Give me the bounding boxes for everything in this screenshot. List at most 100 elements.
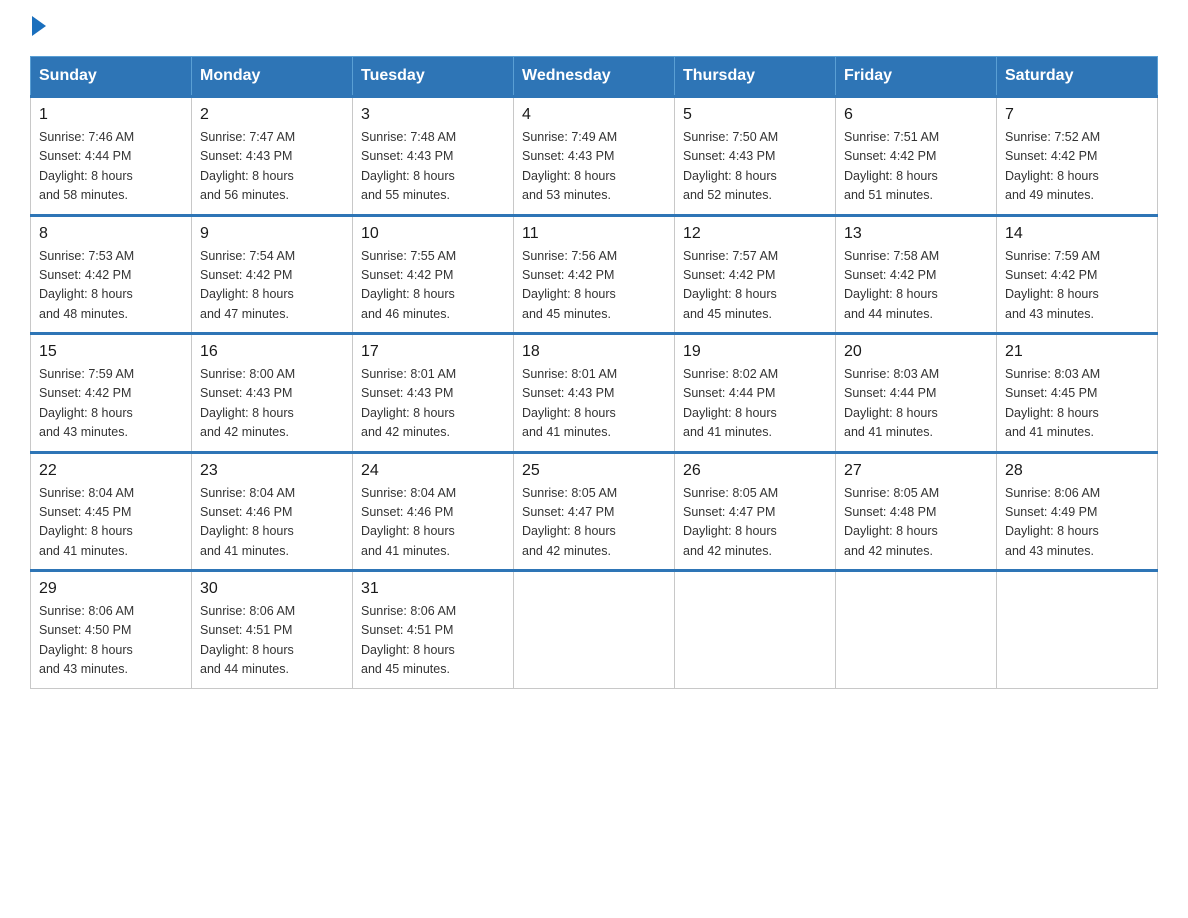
day-number: 28 [1005,462,1149,480]
day-cell: 8 Sunrise: 7:53 AM Sunset: 4:42 PM Dayli… [31,215,192,334]
day-number: 20 [844,343,988,361]
day-info: Sunrise: 7:55 AM Sunset: 4:42 PM Dayligh… [361,247,505,325]
header-day-sunday: Sunday [31,57,192,97]
day-cell: 20 Sunrise: 8:03 AM Sunset: 4:44 PM Dayl… [836,334,997,453]
logo-blue-container [30,20,46,36]
day-info: Sunrise: 8:06 AM Sunset: 4:49 PM Dayligh… [1005,484,1149,562]
week-row-2: 8 Sunrise: 7:53 AM Sunset: 4:42 PM Dayli… [31,215,1158,334]
day-number: 21 [1005,343,1149,361]
day-cell [836,571,997,689]
day-number: 3 [361,106,505,124]
day-cell: 31 Sunrise: 8:06 AM Sunset: 4:51 PM Dayl… [353,571,514,689]
day-cell: 13 Sunrise: 7:58 AM Sunset: 4:42 PM Dayl… [836,215,997,334]
day-cell: 26 Sunrise: 8:05 AM Sunset: 4:47 PM Dayl… [675,452,836,571]
day-number: 7 [1005,106,1149,124]
header-day-wednesday: Wednesday [514,57,675,97]
day-cell: 30 Sunrise: 8:06 AM Sunset: 4:51 PM Dayl… [192,571,353,689]
day-number: 24 [361,462,505,480]
day-number: 30 [200,580,344,598]
day-number: 15 [39,343,183,361]
day-cell: 19 Sunrise: 8:02 AM Sunset: 4:44 PM Dayl… [675,334,836,453]
week-row-3: 15 Sunrise: 7:59 AM Sunset: 4:42 PM Dayl… [31,334,1158,453]
day-info: Sunrise: 7:59 AM Sunset: 4:42 PM Dayligh… [1005,247,1149,325]
week-row-1: 1 Sunrise: 7:46 AM Sunset: 4:44 PM Dayli… [31,97,1158,216]
day-cell: 6 Sunrise: 7:51 AM Sunset: 4:42 PM Dayli… [836,97,997,216]
day-info: Sunrise: 7:53 AM Sunset: 4:42 PM Dayligh… [39,247,183,325]
day-info: Sunrise: 8:05 AM Sunset: 4:47 PM Dayligh… [522,484,666,562]
day-number: 9 [200,225,344,243]
day-info: Sunrise: 8:04 AM Sunset: 4:46 PM Dayligh… [200,484,344,562]
day-number: 4 [522,106,666,124]
day-cell: 10 Sunrise: 7:55 AM Sunset: 4:42 PM Dayl… [353,215,514,334]
day-info: Sunrise: 8:04 AM Sunset: 4:45 PM Dayligh… [39,484,183,562]
day-info: Sunrise: 7:57 AM Sunset: 4:42 PM Dayligh… [683,247,827,325]
day-cell: 9 Sunrise: 7:54 AM Sunset: 4:42 PM Dayli… [192,215,353,334]
day-cell: 11 Sunrise: 7:56 AM Sunset: 4:42 PM Dayl… [514,215,675,334]
header-day-monday: Monday [192,57,353,97]
day-number: 2 [200,106,344,124]
day-cell: 18 Sunrise: 8:01 AM Sunset: 4:43 PM Dayl… [514,334,675,453]
day-number: 11 [522,225,666,243]
day-number: 14 [1005,225,1149,243]
day-number: 16 [200,343,344,361]
day-cell: 1 Sunrise: 7:46 AM Sunset: 4:44 PM Dayli… [31,97,192,216]
day-cell: 21 Sunrise: 8:03 AM Sunset: 4:45 PM Dayl… [997,334,1158,453]
day-number: 22 [39,462,183,480]
day-cell: 17 Sunrise: 8:01 AM Sunset: 4:43 PM Dayl… [353,334,514,453]
day-info: Sunrise: 8:01 AM Sunset: 4:43 PM Dayligh… [361,365,505,443]
day-info: Sunrise: 8:05 AM Sunset: 4:48 PM Dayligh… [844,484,988,562]
day-number: 25 [522,462,666,480]
day-number: 27 [844,462,988,480]
day-cell: 12 Sunrise: 7:57 AM Sunset: 4:42 PM Dayl… [675,215,836,334]
day-cell: 5 Sunrise: 7:50 AM Sunset: 4:43 PM Dayli… [675,97,836,216]
day-number: 29 [39,580,183,598]
day-cell: 29 Sunrise: 8:06 AM Sunset: 4:50 PM Dayl… [31,571,192,689]
day-info: Sunrise: 7:47 AM Sunset: 4:43 PM Dayligh… [200,128,344,206]
day-info: Sunrise: 8:06 AM Sunset: 4:51 PM Dayligh… [361,602,505,680]
day-info: Sunrise: 7:49 AM Sunset: 4:43 PM Dayligh… [522,128,666,206]
day-info: Sunrise: 8:02 AM Sunset: 4:44 PM Dayligh… [683,365,827,443]
day-number: 26 [683,462,827,480]
day-info: Sunrise: 8:06 AM Sunset: 4:50 PM Dayligh… [39,602,183,680]
day-info: Sunrise: 8:01 AM Sunset: 4:43 PM Dayligh… [522,365,666,443]
calendar-table: SundayMondayTuesdayWednesdayThursdayFrid… [30,56,1158,689]
day-cell [514,571,675,689]
day-info: Sunrise: 8:03 AM Sunset: 4:44 PM Dayligh… [844,365,988,443]
day-number: 23 [200,462,344,480]
day-info: Sunrise: 7:50 AM Sunset: 4:43 PM Dayligh… [683,128,827,206]
day-number: 13 [844,225,988,243]
day-info: Sunrise: 8:04 AM Sunset: 4:46 PM Dayligh… [361,484,505,562]
day-cell: 2 Sunrise: 7:47 AM Sunset: 4:43 PM Dayli… [192,97,353,216]
day-cell [675,571,836,689]
header-day-friday: Friday [836,57,997,97]
day-cell: 4 Sunrise: 7:49 AM Sunset: 4:43 PM Dayli… [514,97,675,216]
logo-triangle-icon [32,16,46,36]
day-info: Sunrise: 7:51 AM Sunset: 4:42 PM Dayligh… [844,128,988,206]
week-row-4: 22 Sunrise: 8:04 AM Sunset: 4:45 PM Dayl… [31,452,1158,571]
day-info: Sunrise: 7:52 AM Sunset: 4:42 PM Dayligh… [1005,128,1149,206]
day-info: Sunrise: 8:00 AM Sunset: 4:43 PM Dayligh… [200,365,344,443]
day-number: 10 [361,225,505,243]
day-info: Sunrise: 8:06 AM Sunset: 4:51 PM Dayligh… [200,602,344,680]
day-info: Sunrise: 7:58 AM Sunset: 4:42 PM Dayligh… [844,247,988,325]
day-number: 12 [683,225,827,243]
day-cell: 28 Sunrise: 8:06 AM Sunset: 4:49 PM Dayl… [997,452,1158,571]
day-cell: 14 Sunrise: 7:59 AM Sunset: 4:42 PM Dayl… [997,215,1158,334]
header-day-tuesday: Tuesday [353,57,514,97]
day-cell: 24 Sunrise: 8:04 AM Sunset: 4:46 PM Dayl… [353,452,514,571]
day-info: Sunrise: 8:03 AM Sunset: 4:45 PM Dayligh… [1005,365,1149,443]
day-number: 1 [39,106,183,124]
week-row-5: 29 Sunrise: 8:06 AM Sunset: 4:50 PM Dayl… [31,571,1158,689]
header-day-saturday: Saturday [997,57,1158,97]
day-cell: 22 Sunrise: 8:04 AM Sunset: 4:45 PM Dayl… [31,452,192,571]
day-cell: 27 Sunrise: 8:05 AM Sunset: 4:48 PM Dayl… [836,452,997,571]
day-cell: 16 Sunrise: 8:00 AM Sunset: 4:43 PM Dayl… [192,334,353,453]
logo [30,20,46,36]
header [30,20,1158,36]
day-number: 18 [522,343,666,361]
day-info: Sunrise: 7:54 AM Sunset: 4:42 PM Dayligh… [200,247,344,325]
day-info: Sunrise: 7:59 AM Sunset: 4:42 PM Dayligh… [39,365,183,443]
day-info: Sunrise: 7:46 AM Sunset: 4:44 PM Dayligh… [39,128,183,206]
day-cell: 15 Sunrise: 7:59 AM Sunset: 4:42 PM Dayl… [31,334,192,453]
day-info: Sunrise: 7:48 AM Sunset: 4:43 PM Dayligh… [361,128,505,206]
